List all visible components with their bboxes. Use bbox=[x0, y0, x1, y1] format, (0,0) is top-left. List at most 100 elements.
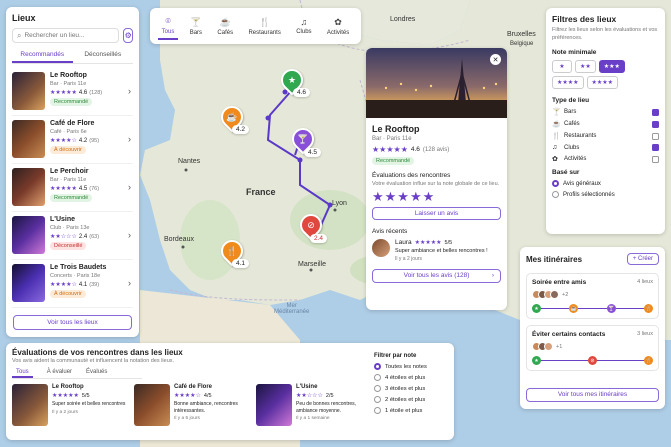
radio[interactable] bbox=[374, 363, 381, 370]
view-all-itineraries-button[interactable]: Voir tous mes itinéraires bbox=[526, 388, 659, 402]
list-item[interactable]: Café de Flore Café · Paris 6e ★★★★☆ 4.2 (95)… bbox=[12, 116, 133, 164]
based-option[interactable]: Avis généraux bbox=[552, 180, 659, 188]
coffee-icon: ☕ bbox=[552, 121, 561, 129]
review-card[interactable]: L'Usine ★★☆☆☆ 2/5 Peu de bonnes rencontres,… bbox=[256, 384, 372, 426]
review-card[interactable]: Le Rooftop ★★★★★ 5/5 Super soirée et belles… bbox=[12, 384, 128, 426]
rating-option[interactable]: ★ bbox=[552, 60, 572, 74]
place-name: Café de Flore bbox=[50, 120, 95, 127]
review-text: Super ambiance et belles rencontres ! bbox=[395, 248, 488, 254]
close-icon: ✕ bbox=[492, 56, 499, 64]
list-item[interactable]: Le Rooftop Bar · Paris 11e ★★★★★ 4.6 (128) Re… bbox=[12, 68, 133, 116]
checkbox[interactable] bbox=[652, 155, 659, 163]
radio[interactable] bbox=[374, 396, 381, 403]
place-detail-card: ✕ Le Rooftop Bar · Paris 11e ★★★★★ 4.6 (… bbox=[366, 48, 507, 310]
place-thumbnail bbox=[134, 384, 170, 426]
type-option[interactable]: ☕ Cafés bbox=[552, 120, 659, 128]
tab-to-review[interactable]: À évaluer bbox=[47, 368, 72, 378]
checkbox[interactable] bbox=[652, 120, 659, 128]
radio[interactable] bbox=[374, 374, 381, 381]
tab-restaurants[interactable]: 🍴 Restaurants bbox=[244, 14, 284, 39]
tab-reviewed[interactable]: Évalués bbox=[86, 368, 107, 378]
review-stars: ★★★★★ bbox=[414, 240, 442, 246]
review-time: Il y a 5 jours bbox=[174, 416, 200, 421]
type-option[interactable]: 🍸 Bars bbox=[552, 108, 659, 116]
based-label: Profils sélectionnés bbox=[563, 191, 615, 198]
rating-stars: ★★★★★ bbox=[50, 186, 77, 192]
based-label: Avis généraux bbox=[563, 180, 601, 187]
cocktail-icon: 🍸 bbox=[190, 16, 202, 27]
rating-option[interactable]: ★★★★ bbox=[552, 76, 584, 90]
rating-option[interactable]: ★★★★ bbox=[586, 76, 619, 90]
category-label: Cafés bbox=[217, 29, 234, 36]
type-option[interactable]: 🍴 Restaurants bbox=[552, 132, 659, 140]
list-item[interactable]: Le Perchoir Bar · Paris 11e ★★★★★ 4.5 (76) Re… bbox=[12, 164, 133, 212]
rating-stars: ★★★★★ bbox=[372, 145, 408, 154]
tab-bars[interactable]: 🍸 Bars bbox=[186, 14, 206, 39]
checkbox[interactable] bbox=[652, 132, 659, 140]
review-place-name: Le Rooftop bbox=[52, 384, 84, 390]
list-item[interactable]: Le Trois Baudets Concerts · Paris 18e ★★★★… bbox=[12, 260, 133, 308]
list-item[interactable]: L'Usine Club · Paris 13e ★★☆☆☆ 2.4 (63) Décon… bbox=[12, 212, 133, 260]
place-rating: 4.5 bbox=[78, 185, 88, 192]
search-box[interactable]: ⌕ bbox=[12, 28, 120, 43]
itinerary-list: Soirée entre amis 4 lieux +2 ★ ☕ 🍸 🍴 Éviter cer… bbox=[526, 273, 659, 371]
leave-review-button[interactable]: Laisser un avis bbox=[372, 207, 501, 220]
filter-option[interactable]: 2 étoiles et plus bbox=[374, 396, 450, 403]
filter-option[interactable]: Toutes les notes bbox=[374, 363, 450, 370]
tab-recommended[interactable]: Recommandés bbox=[12, 48, 73, 63]
place-rating: 4.1 bbox=[78, 281, 88, 288]
rating-stars: ★★★★☆ bbox=[50, 138, 77, 144]
club-icon: ♫ bbox=[300, 17, 308, 27]
rating-input[interactable]: ★★★★★ bbox=[372, 189, 501, 205]
filter-option[interactable]: 3 étoiles et plus bbox=[374, 385, 450, 392]
places-title: Lieux bbox=[12, 13, 36, 23]
avatar bbox=[544, 342, 553, 351]
filter-button[interactable]: ⚙ bbox=[123, 28, 133, 43]
filter-option[interactable]: 1 étoile et plus bbox=[374, 407, 450, 414]
avatar bbox=[550, 290, 559, 299]
tab-tous[interactable]: ⌾ Tous bbox=[157, 13, 179, 40]
itinerary-card[interactable]: Éviter certains contacts 3 lieux +1 ★ ⊘ 🍴 bbox=[526, 325, 659, 371]
review-card[interactable]: Café de Flore ★★★★☆ 4/5 Bonne ambiance, ren… bbox=[134, 384, 250, 426]
filter-label: 2 étoiles et plus bbox=[385, 396, 426, 403]
based-option[interactable]: Profils sélectionnés bbox=[552, 191, 659, 199]
category-bar: ⌾ Tous 🍸 Bars ☕ Cafés 🍴 Restaurants ♫ Clubs ✿ Activ… bbox=[150, 8, 361, 44]
type-option[interactable]: ✿ Activités bbox=[552, 155, 659, 163]
type-option[interactable]: ♫ Clubs bbox=[552, 144, 659, 152]
create-itinerary-button[interactable]: + Créer bbox=[626, 253, 659, 265]
eval-subtitle: Votre évaluation influe sur la note glob… bbox=[372, 181, 500, 187]
filters-title: Filtres des lieux bbox=[552, 14, 617, 24]
club-icon: ♫ bbox=[552, 144, 558, 152]
chevron-right-icon: › bbox=[128, 86, 131, 96]
type-label: Clubs bbox=[564, 144, 580, 151]
tab-activités[interactable]: ✿ Activités bbox=[323, 14, 353, 39]
checkbox[interactable] bbox=[652, 144, 659, 152]
tab-clubs[interactable]: ♫ Clubs bbox=[292, 14, 315, 38]
view-all-places-button[interactable]: Voir tous les lieux bbox=[13, 315, 132, 330]
close-button[interactable]: ✕ bbox=[490, 54, 501, 65]
itinerary-name: Soirée entre amis bbox=[532, 279, 587, 286]
rating-option[interactable]: ★★★ bbox=[598, 60, 625, 74]
filters-subtitle: Filtrez les lieux selon les évaluations … bbox=[552, 27, 658, 41]
tab-cafés[interactable]: ☕ Cafés bbox=[213, 14, 237, 39]
tab-all[interactable]: Tous bbox=[12, 368, 33, 378]
filter-option[interactable]: 4 étoiles et plus bbox=[374, 374, 450, 381]
place-thumbnail bbox=[12, 216, 45, 254]
checkbox[interactable] bbox=[652, 108, 659, 116]
radio[interactable] bbox=[374, 385, 381, 392]
rating-option[interactable]: ★★ bbox=[575, 60, 596, 74]
review-score: 4/5 bbox=[203, 392, 212, 399]
radio[interactable] bbox=[552, 191, 559, 199]
route-stop-icon: 🍴 bbox=[643, 304, 653, 313]
avatar-extra: +2 bbox=[562, 291, 569, 298]
route-stop-icon: ⊘ bbox=[588, 356, 597, 365]
filters-panel: Filtres des lieux Filtrez les lieux selo… bbox=[546, 8, 665, 234]
search-input[interactable] bbox=[24, 32, 115, 39]
sliders-icon: ⚙ bbox=[124, 31, 132, 40]
radio[interactable] bbox=[374, 407, 381, 414]
rating-stars: ★★★★★ bbox=[50, 90, 77, 96]
radio[interactable] bbox=[552, 180, 559, 188]
tab-not-recommended[interactable]: Déconseillés bbox=[73, 48, 134, 63]
view-all-reviews-button[interactable]: Voir tous les avis (128) › bbox=[372, 269, 501, 283]
itinerary-card[interactable]: Soirée entre amis 4 lieux +2 ★ ☕ 🍸 🍴 bbox=[526, 273, 659, 319]
